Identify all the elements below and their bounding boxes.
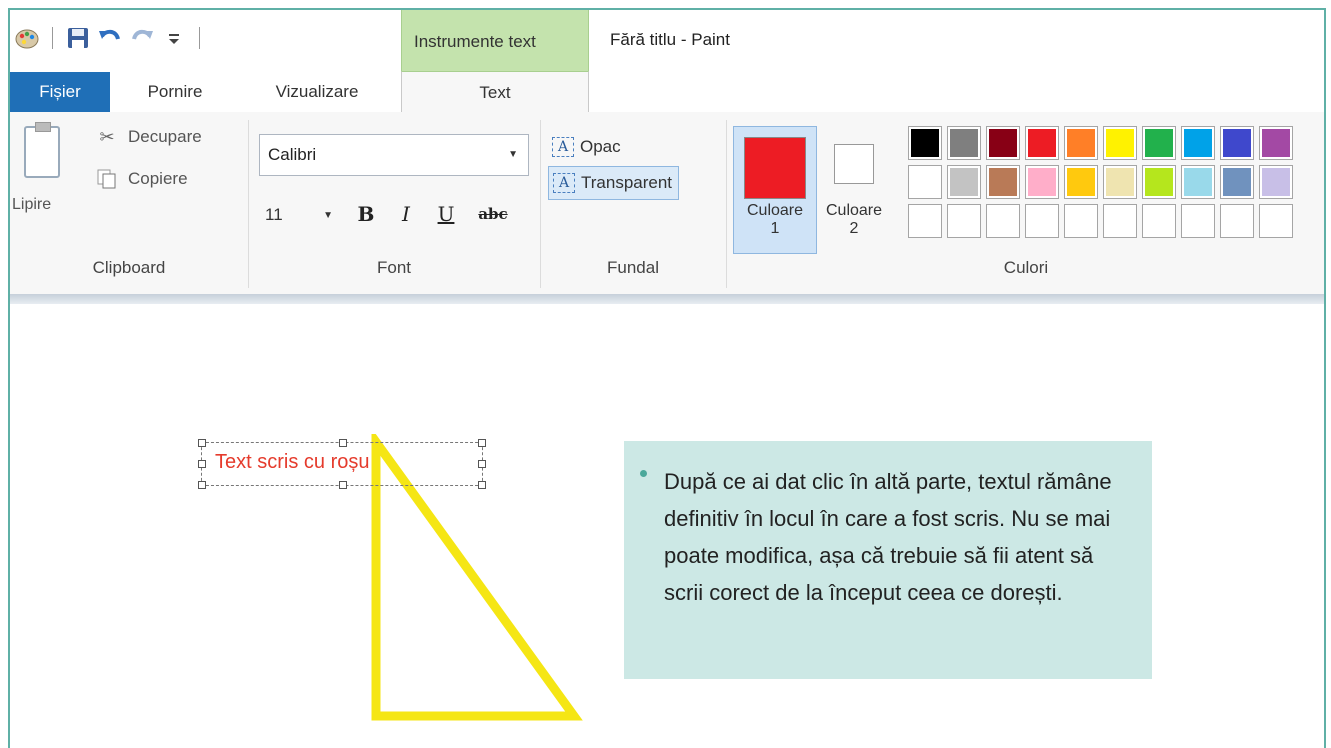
- color-2-label[interactable]: Culoare 2: [814, 202, 894, 238]
- palette-color-swatch[interactable]: [1142, 126, 1176, 160]
- italic-button[interactable]: I: [391, 198, 421, 230]
- resize-handle[interactable]: [478, 439, 486, 447]
- context-tab-group-label: Instrumente text: [414, 32, 536, 51]
- ribbon-divider: [10, 294, 1324, 304]
- palette-color-swatch[interactable]: [1025, 165, 1059, 199]
- paste-label: Lipire: [12, 196, 52, 213]
- color-1-label: Culoare 1: [746, 202, 804, 237]
- color-palette: [908, 126, 1293, 238]
- palette-color-swatch[interactable]: [1142, 165, 1176, 199]
- palette-color-swatch[interactable]: [947, 165, 981, 199]
- palette-color-swatch[interactable]: [1103, 204, 1137, 238]
- transparent-text-icon: A: [553, 173, 575, 193]
- opaque-option[interactable]: A Opac: [548, 130, 627, 164]
- resize-handle[interactable]: [478, 481, 486, 489]
- bullet-icon: [640, 470, 647, 477]
- undo-icon[interactable]: [97, 25, 123, 51]
- palette-color-swatch[interactable]: [1181, 126, 1215, 160]
- drawing-canvas[interactable]: Text scris cu roșu După ce ai dat clic î…: [10, 304, 1324, 748]
- palette-color-swatch[interactable]: [986, 165, 1020, 199]
- redo-icon[interactable]: [129, 25, 155, 51]
- strikethrough-button[interactable]: abc: [473, 198, 513, 230]
- copy-label: Copiere: [128, 169, 188, 188]
- palette-color-swatch[interactable]: [1259, 165, 1293, 199]
- palette-color-swatch[interactable]: [1025, 126, 1059, 160]
- palette-color-swatch[interactable]: [908, 204, 942, 238]
- background-group-label: Fundal: [607, 258, 659, 277]
- palette-color-swatch[interactable]: [908, 126, 942, 160]
- palette-color-swatch[interactable]: [1064, 204, 1098, 238]
- palette-color-swatch[interactable]: [1142, 204, 1176, 238]
- font-size-select[interactable]: 11 ▼: [259, 196, 343, 234]
- font-size-value: 11: [265, 205, 283, 224]
- color-2-swatch[interactable]: [834, 144, 874, 184]
- color-1-swatch: [744, 137, 806, 199]
- resize-handle[interactable]: [478, 460, 486, 468]
- copy-icon: [96, 168, 118, 190]
- canvas-text: Text scris cu roșu: [215, 451, 370, 473]
- window-title: Fără titlu - Paint: [610, 30, 730, 49]
- palette-color-swatch[interactable]: [947, 204, 981, 238]
- resize-handle[interactable]: [198, 439, 206, 447]
- ribbon-tabs: Fișier Pornire Vizualizare Text: [10, 71, 1324, 114]
- chevron-down-icon: ▼: [508, 149, 518, 160]
- paint-app-icon[interactable]: [14, 25, 40, 51]
- toolbar-separator: [199, 27, 200, 49]
- context-tab-group: Instrumente text: [401, 10, 589, 72]
- palette-color-swatch[interactable]: [986, 204, 1020, 238]
- palette-color-swatch[interactable]: [1103, 165, 1137, 199]
- palette-color-swatch[interactable]: [1220, 126, 1254, 160]
- font-family-value: Calibri: [268, 145, 317, 164]
- palette-color-swatch[interactable]: [1103, 126, 1137, 160]
- palette-color-swatch[interactable]: [1259, 204, 1293, 238]
- palette-color-swatch[interactable]: [1025, 204, 1059, 238]
- palette-color-swatch[interactable]: [908, 165, 942, 199]
- color-1-button[interactable]: Culoare 1: [733, 126, 817, 254]
- scissors-icon: ✂: [99, 126, 115, 147]
- opaque-text-icon: A: [552, 137, 574, 157]
- clipboard-icon: [24, 122, 60, 178]
- tab-home[interactable]: Pornire: [110, 72, 240, 112]
- palette-color-swatch[interactable]: [1220, 165, 1254, 199]
- paint-window: Instrumente text Fără titlu - Paint Fiși…: [8, 8, 1326, 748]
- tab-file[interactable]: Fișier: [10, 72, 110, 112]
- chevron-down-icon: ▼: [323, 210, 333, 221]
- info-callout: După ce ai dat clic în altă parte, textu…: [624, 441, 1152, 679]
- tab-text[interactable]: Text: [401, 71, 589, 114]
- customize-toolbar-icon[interactable]: [161, 25, 187, 51]
- palette-color-swatch[interactable]: [1181, 165, 1215, 199]
- palette-color-swatch[interactable]: [1064, 165, 1098, 199]
- toolbar-separator: [52, 27, 53, 49]
- title-bar: Instrumente text Fără titlu - Paint: [10, 10, 1324, 72]
- save-icon[interactable]: [65, 25, 91, 51]
- transparent-label: Transparent: [581, 173, 673, 192]
- underline-button[interactable]: U: [431, 198, 461, 230]
- tab-view[interactable]: Vizualizare: [242, 72, 392, 112]
- paste-button[interactable]: Lipire: [10, 112, 100, 242]
- palette-color-swatch[interactable]: [1220, 204, 1254, 238]
- clipboard-group-label: Clipboard: [92, 258, 166, 277]
- resize-handle[interactable]: [339, 481, 347, 489]
- palette-color-swatch[interactable]: [986, 126, 1020, 160]
- opaque-label: Opac: [580, 137, 621, 156]
- palette-color-swatch[interactable]: [1181, 204, 1215, 238]
- transparent-option[interactable]: A Transparent: [548, 166, 680, 200]
- resize-handle[interactable]: [339, 439, 347, 447]
- bold-button[interactable]: B: [351, 198, 381, 230]
- font-family-select[interactable]: Calibri ▼: [259, 134, 529, 176]
- palette-color-swatch[interactable]: [1259, 126, 1293, 160]
- cut-button[interactable]: ✂ Decupare: [96, 126, 202, 148]
- font-group-label: Font: [376, 258, 412, 277]
- quick-access-toolbar: [14, 20, 206, 56]
- palette-color-swatch[interactable]: [947, 126, 981, 160]
- info-text: După ce ai dat clic în altă parte, textu…: [664, 469, 1112, 605]
- palette-color-swatch[interactable]: [1064, 126, 1098, 160]
- copy-button[interactable]: Copiere: [96, 168, 188, 190]
- resize-handle[interactable]: [198, 481, 206, 489]
- ribbon: Lipire ✂ Decupare Copiere Clipboard Cali…: [10, 112, 1324, 295]
- cut-label: Decupare: [128, 127, 202, 146]
- resize-handle[interactable]: [198, 460, 206, 468]
- colors-group-label: Culori: [1003, 258, 1049, 277]
